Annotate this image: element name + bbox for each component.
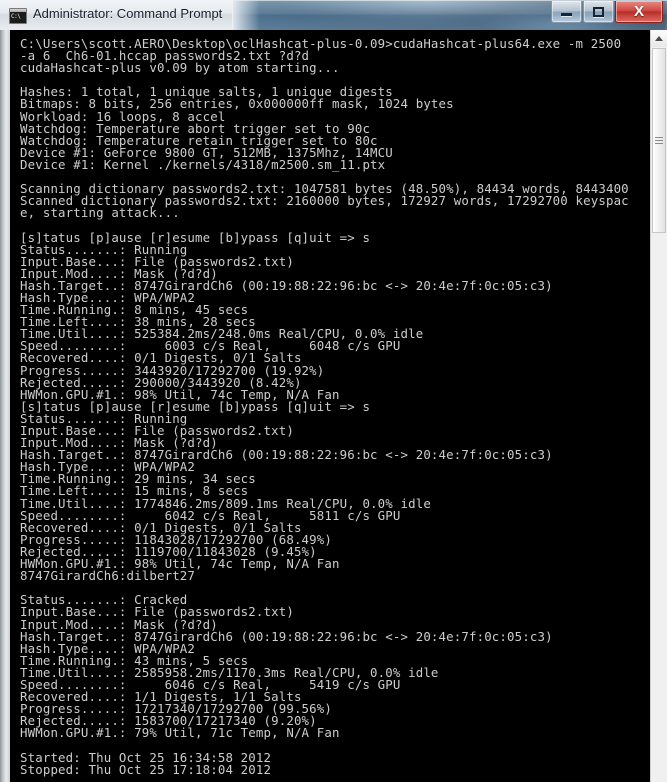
command-prompt-window: C:\ Administrator: Command Prompt X C:\U…	[0, 0, 667, 782]
cmd-icon-titlebar-stripe	[10, 9, 26, 12]
console-output-text: C:\Users\scott.AERO\Desktop\oclHashcat-p…	[20, 36, 629, 777]
window-title: Administrator: Command Prompt	[33, 6, 223, 21]
close-icon: X	[633, 3, 644, 20]
console-client-area[interactable]: C:\Users\scott.AERO\Desktop\oclHashcat-p…	[10, 30, 650, 782]
close-button[interactable]: X	[615, 1, 663, 23]
command-prompt-icon: C:\	[9, 8, 27, 24]
vertical-scrollbar[interactable]	[650, 30, 667, 782]
chevron-up-icon	[655, 36, 663, 41]
caption-buttons: X	[550, 1, 663, 23]
minimize-icon	[552, 1, 581, 22]
maximize-icon	[584, 1, 613, 22]
scrollbar-grip-icon	[655, 137, 663, 144]
cmd-icon-glyph: C:\	[11, 13, 21, 20]
minimize-button[interactable]	[551, 1, 582, 23]
window-titlebar[interactable]: C:\ Administrator: Command Prompt X	[0, 0, 667, 30]
maximize-button[interactable]	[583, 1, 614, 23]
window-left-border	[0, 30, 10, 782]
scrollbar-thumb[interactable]	[652, 48, 666, 233]
window-frame: C:\Users\scott.AERO\Desktop\oclHashcat-p…	[0, 30, 667, 782]
scroll-up-button[interactable]	[651, 30, 667, 47]
